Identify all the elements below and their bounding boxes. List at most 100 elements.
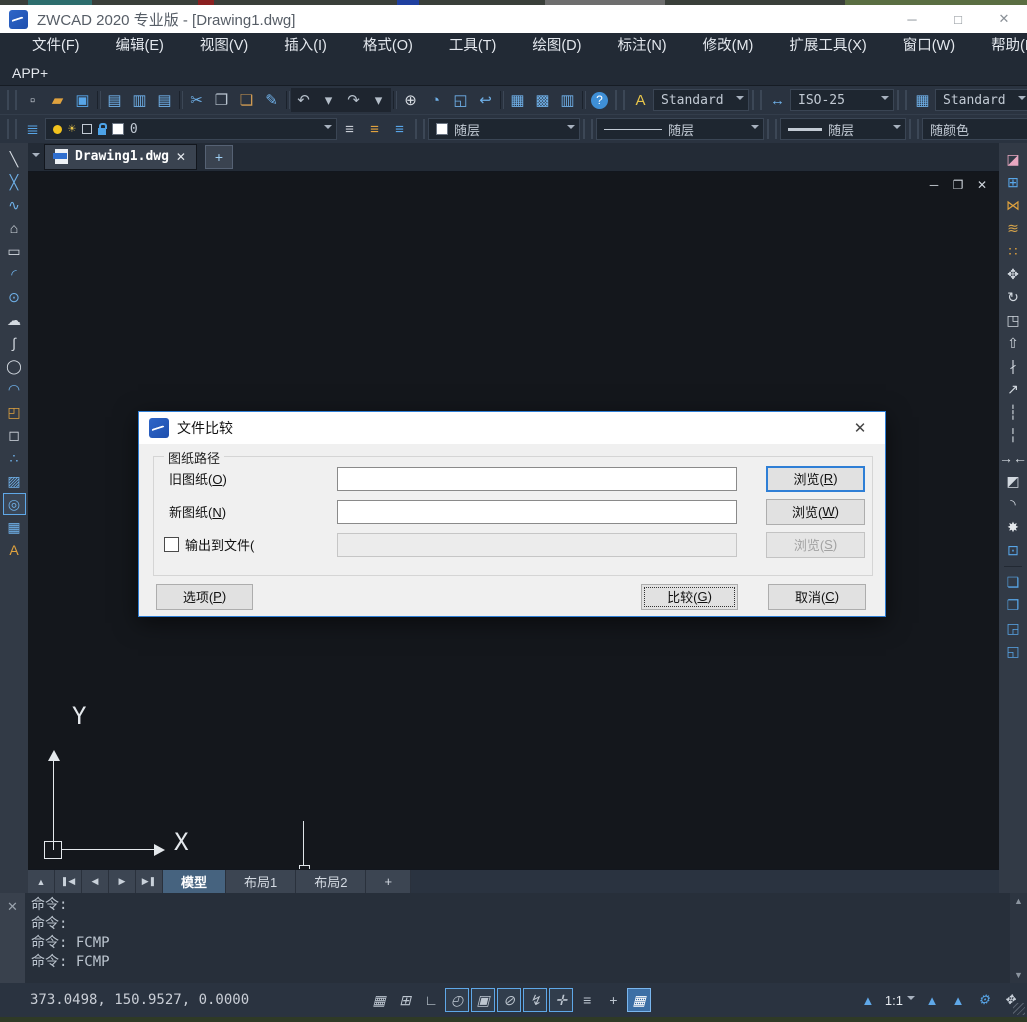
ellipse-arc-icon[interactable]: ◠ bbox=[3, 378, 26, 400]
maximize-button[interactable]: □ bbox=[935, 5, 981, 33]
hatch-icon[interactable]: ▨ bbox=[3, 470, 26, 492]
mtext-icon[interactable]: A bbox=[3, 539, 26, 561]
layout-grid-icon[interactable]: ▦ bbox=[627, 988, 651, 1012]
layer-states-manager-icon[interactable]: ≡ bbox=[387, 117, 412, 141]
undo-dropdown-icon[interactable]: ▾ bbox=[316, 88, 341, 112]
customization-menu-icon[interactable]: ≡ bbox=[575, 988, 599, 1012]
toolbar-grip[interactable] bbox=[909, 119, 919, 139]
print-preview-icon[interactable]: ▥ bbox=[127, 88, 152, 112]
plot-style-select[interactable]: 随颜色 bbox=[922, 118, 1027, 140]
copy-icon[interactable]: ❐ bbox=[209, 88, 234, 112]
move-icon[interactable]: ✥ bbox=[1002, 263, 1025, 285]
layer-previous-icon[interactable]: ≡ bbox=[362, 117, 387, 141]
layer-properties-icon[interactable]: ≣ bbox=[20, 117, 45, 141]
tab-layout2[interactable]: 布局2 bbox=[296, 870, 366, 893]
close-tab-icon[interactable]: ✕ bbox=[176, 150, 186, 164]
bring-to-front-icon[interactable]: ❏ bbox=[1002, 571, 1025, 593]
menu-draw[interactable]: 绘图(D) bbox=[514, 33, 599, 60]
menu-format[interactable]: 格式(O) bbox=[345, 33, 431, 60]
toolbar-grip[interactable] bbox=[415, 119, 425, 139]
region-icon[interactable]: ◎ bbox=[3, 493, 26, 515]
command-history[interactable]: 命令:命令:命令: FCMP命令: FCMP bbox=[25, 893, 1010, 983]
join-icon[interactable]: →← bbox=[1002, 447, 1025, 469]
text-style-select[interactable]: Standard bbox=[653, 89, 749, 111]
tab-list-dropdown-icon[interactable] bbox=[32, 153, 40, 161]
text-style-icon[interactable]: A bbox=[628, 88, 653, 112]
tab-layout1[interactable]: 布局1 bbox=[226, 870, 296, 893]
previous-layout-icon[interactable]: ◀ bbox=[82, 870, 109, 893]
tab-model[interactable]: 模型 bbox=[163, 870, 226, 893]
scroll-down-icon[interactable]: ▼ bbox=[1014, 970, 1023, 980]
offset-icon[interactable]: ≋ bbox=[1002, 217, 1025, 239]
layout-menu-up-icon[interactable]: ▲ bbox=[28, 870, 55, 893]
lineweight-display-icon[interactable]: ✛ bbox=[549, 988, 573, 1012]
menu-file[interactable]: 文件(F) bbox=[14, 33, 98, 60]
match-properties-icon[interactable]: ✎ bbox=[259, 88, 284, 112]
mdi-restore-button[interactable]: ❐ bbox=[951, 178, 965, 192]
color-select[interactable]: 随层 bbox=[428, 118, 580, 140]
grid-display-icon[interactable]: ▦ bbox=[367, 988, 391, 1012]
next-layout-icon[interactable]: ▶ bbox=[109, 870, 136, 893]
zoom-previous-icon[interactable]: ↩ bbox=[473, 88, 498, 112]
send-under-objects-icon[interactable]: ◱ bbox=[1002, 640, 1025, 662]
object-snap-icon[interactable]: ▣ bbox=[471, 988, 495, 1012]
ortho-mode-icon[interactable]: ∟ bbox=[419, 988, 443, 1012]
zoom-realtime-icon[interactable]: ◔ bbox=[423, 88, 448, 112]
new-drawing-input[interactable] bbox=[337, 500, 737, 524]
dynamic-input-icon[interactable]: ↯ bbox=[523, 988, 547, 1012]
ellipse-icon[interactable]: ◯ bbox=[3, 355, 26, 377]
bring-above-objects-icon[interactable]: ◲ bbox=[1002, 617, 1025, 639]
toolbar-grip[interactable] bbox=[615, 90, 625, 110]
menu-help[interactable]: 帮助(H) bbox=[973, 33, 1027, 60]
open-folder-icon[interactable]: ▰ bbox=[45, 88, 70, 112]
help-icon[interactable]: ? bbox=[587, 88, 612, 112]
annotation-scale-select[interactable]: 1:1 bbox=[885, 993, 915, 1008]
options-button[interactable]: 选项(P) bbox=[156, 584, 253, 610]
circle-icon[interactable]: ⊙ bbox=[3, 286, 26, 308]
explode-icon[interactable]: ✸ bbox=[1002, 516, 1025, 538]
toolbar-grip[interactable] bbox=[7, 119, 17, 139]
toolbar-grip[interactable] bbox=[897, 90, 907, 110]
settings-gear-icon[interactable]: ⚙ bbox=[973, 989, 995, 1011]
zoom-window-icon[interactable]: ◱ bbox=[448, 88, 473, 112]
object-snap-tracking-icon[interactable]: ⊘ bbox=[497, 988, 521, 1012]
rotate-icon[interactable]: ↻ bbox=[1002, 286, 1025, 308]
resize-grip[interactable] bbox=[1013, 1003, 1025, 1015]
menu-insert[interactable]: 插入(I) bbox=[266, 33, 345, 60]
drawing-canvas[interactable]: ─ ❐ ✕ Y X bbox=[28, 172, 999, 869]
menu-dimension[interactable]: 标注(N) bbox=[599, 33, 684, 60]
send-to-back-icon[interactable]: ❐ bbox=[1002, 594, 1025, 616]
extend-icon[interactable]: ↗ bbox=[1002, 378, 1025, 400]
quick-properties-icon[interactable]: + bbox=[601, 988, 625, 1012]
menu-modify[interactable]: 修改(M) bbox=[685, 33, 772, 60]
browse-new-button[interactable]: 浏览(W) bbox=[766, 499, 865, 525]
new-tab-button[interactable]: + bbox=[205, 145, 233, 169]
spline-icon[interactable]: ∫ bbox=[3, 332, 26, 354]
table-icon[interactable]: ▦ bbox=[3, 516, 26, 538]
dim-style-icon[interactable]: ↔ bbox=[765, 88, 790, 112]
toolbar-grip[interactable] bbox=[767, 119, 777, 139]
break-icon[interactable]: ╎ bbox=[1002, 424, 1025, 446]
menu-tools[interactable]: 工具(T) bbox=[431, 33, 515, 60]
menu-edit[interactable]: 编辑(E) bbox=[98, 33, 182, 60]
pan-icon[interactable]: ⊕ bbox=[398, 88, 423, 112]
arc-icon[interactable]: ◜ bbox=[3, 263, 26, 285]
redo-dropdown-icon[interactable]: ▾ bbox=[366, 88, 391, 112]
redo-icon[interactable]: ↷ bbox=[341, 88, 366, 112]
tab-new-layout[interactable]: + bbox=[366, 870, 411, 893]
paste-icon[interactable]: ❏ bbox=[234, 88, 259, 112]
snap-mode-icon[interactable]: ⊞ bbox=[393, 988, 417, 1012]
annotation-scale-icon[interactable]: ▲ bbox=[857, 989, 879, 1011]
toolbar-grip[interactable] bbox=[583, 119, 593, 139]
layer-select[interactable]: ☀ 0 bbox=[45, 118, 337, 140]
cut-icon[interactable]: ✂ bbox=[184, 88, 209, 112]
menu-app-plus[interactable]: APP+ bbox=[12, 65, 48, 81]
mdi-close-button[interactable]: ✕ bbox=[975, 178, 989, 192]
block-editor-icon[interactable]: ⊡ bbox=[1002, 539, 1025, 561]
close-button[interactable]: ✕ bbox=[981, 5, 1027, 33]
make-block-icon[interactable]: ◻ bbox=[3, 424, 26, 446]
print-icon[interactable]: ▤ bbox=[102, 88, 127, 112]
dialog-close-icon[interactable]: ✕ bbox=[845, 419, 875, 437]
output-to-file-checkbox[interactable] bbox=[164, 537, 179, 552]
command-scrollbar[interactable]: ▲ ▼ bbox=[1010, 893, 1027, 983]
